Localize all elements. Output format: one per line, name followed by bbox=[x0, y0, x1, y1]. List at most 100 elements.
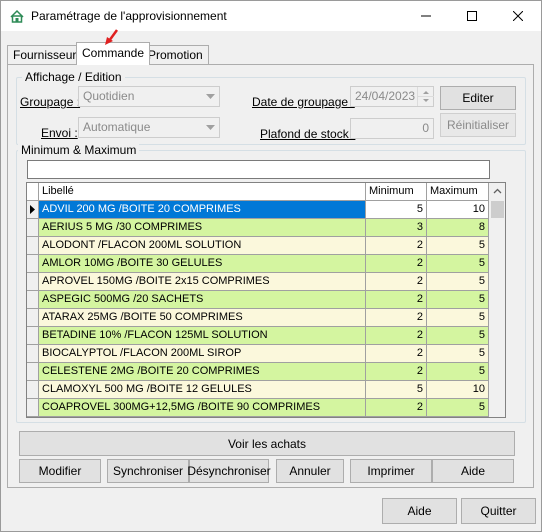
scrollbar-thumb[interactable] bbox=[491, 201, 504, 218]
cell-libelle[interactable]: ADVIL 200 MG /BOITE 20 COMPRIMES bbox=[39, 201, 366, 219]
annuler-button[interactable]: Annuler bbox=[276, 459, 344, 483]
table-row[interactable]: AERIUS 5 MG /30 COMPRIMES 3 8 bbox=[27, 219, 489, 237]
envoi-label: Envoi : bbox=[41, 126, 78, 140]
cell-minimum[interactable]: 5 bbox=[366, 201, 427, 219]
editer-button[interactable]: Editer bbox=[440, 86, 516, 110]
table-row[interactable]: BIOCALYPTOL /FLACON 200ML SIROP 2 5 bbox=[27, 345, 489, 363]
chevron-down-icon bbox=[202, 87, 219, 106]
column-header-minimum[interactable]: Minimum bbox=[366, 183, 427, 201]
cell-minimum[interactable]: 2 bbox=[366, 327, 427, 345]
cell-minimum[interactable]: 2 bbox=[366, 309, 427, 327]
current-row-arrow-icon bbox=[30, 205, 35, 214]
minmax-legend: Minimum & Maximum bbox=[18, 143, 140, 157]
cell-minimum[interactable]: 2 bbox=[366, 291, 427, 309]
cell-libelle[interactable]: CELESTENE 2MG /BOITE 20 COMPRIMES bbox=[39, 363, 366, 381]
table-row[interactable]: ATARAX 25MG /BOITE 50 COMPRIMES 2 5 bbox=[27, 309, 489, 327]
desynchroniser-button[interactable]: Désynchroniser bbox=[187, 459, 271, 483]
cell-maximum[interactable]: 10 bbox=[427, 381, 489, 399]
table-row[interactable]: CLAMOXYL 500 MG /BOITE 12 GELULES 5 10 bbox=[27, 381, 489, 399]
envoi-value: Automatique bbox=[83, 120, 151, 134]
filter-input[interactable] bbox=[27, 160, 490, 179]
cell-maximum[interactable]: 5 bbox=[427, 309, 489, 327]
spin-arrows-icon bbox=[418, 91, 434, 102]
plafond-stock-field[interactable]: 0 bbox=[350, 118, 434, 139]
aide-button[interactable]: Aide bbox=[382, 498, 457, 524]
cell-maximum[interactable]: 8 bbox=[427, 219, 489, 237]
row-indicator bbox=[27, 345, 39, 363]
cell-minimum[interactable]: 2 bbox=[366, 237, 427, 255]
cell-minimum[interactable]: 3 bbox=[366, 219, 427, 237]
groupage-value: Quotidien bbox=[83, 89, 135, 103]
table-row[interactable]: COAPROVEL 300MG+12,5MG /BOITE 90 COMPRIM… bbox=[27, 399, 489, 417]
row-indicator bbox=[27, 381, 39, 399]
cell-maximum[interactable]: 5 bbox=[427, 255, 489, 273]
column-header-libelle[interactable]: Libellé bbox=[39, 183, 366, 201]
cell-libelle[interactable]: AERIUS 5 MG /30 COMPRIMES bbox=[39, 219, 366, 237]
cell-libelle[interactable]: CLAMOXYL 500 MG /BOITE 12 GELULES bbox=[39, 381, 366, 399]
cell-minimum[interactable]: 2 bbox=[366, 399, 427, 417]
cell-libelle[interactable]: ASPEGIC 500MG /20 SACHETS bbox=[39, 291, 366, 309]
table-row[interactable]: APROVEL 150MG /BOITE 2x15 COMPRIMES 2 5 bbox=[27, 273, 489, 291]
cell-maximum[interactable]: 5 bbox=[427, 237, 489, 255]
cell-maximum[interactable]: 5 bbox=[427, 327, 489, 345]
groupage-select[interactable]: Quotidien bbox=[78, 86, 220, 107]
cell-minimum[interactable]: 2 bbox=[366, 273, 427, 291]
cell-libelle[interactable]: ALODONT /FLACON 200ML SOLUTION bbox=[39, 237, 366, 255]
date-groupage-value: 24/04/2023 bbox=[355, 89, 416, 103]
cell-minimum[interactable]: 2 bbox=[366, 363, 427, 381]
row-indicator bbox=[27, 237, 39, 255]
grid-header-row: Libellé Minimum Maximum bbox=[27, 183, 489, 201]
cell-libelle[interactable]: COAPROVEL 300MG+12,5MG /BOITE 90 COMPRIM… bbox=[39, 399, 366, 417]
title-bar[interactable]: Paramétrage de l'approvisionnement bbox=[1, 1, 541, 31]
row-indicator bbox=[27, 255, 39, 273]
table-row[interactable]: ALODONT /FLACON 200ML SOLUTION 2 5 bbox=[27, 237, 489, 255]
cell-maximum[interactable]: 5 bbox=[427, 345, 489, 363]
minmax-grid[interactable]: Libellé Minimum Maximum ADVIL 200 MG /BO… bbox=[26, 182, 506, 418]
plafond-stock-label: Plafond de stock : bbox=[260, 127, 356, 141]
plafond-stock-value: 0 bbox=[422, 121, 429, 135]
tab-fournisseur[interactable]: Fournisseur bbox=[7, 45, 83, 64]
cell-minimum[interactable]: 5 bbox=[366, 381, 427, 399]
cell-minimum[interactable]: 2 bbox=[366, 255, 427, 273]
date-groupage-field[interactable]: 24/04/2023 bbox=[350, 86, 434, 107]
maximize-icon bbox=[467, 11, 477, 21]
column-header-maximum[interactable]: Maximum bbox=[427, 183, 489, 201]
table-row[interactable]: ADVIL 200 MG /BOITE 20 COMPRIMES 5 10 bbox=[27, 201, 489, 219]
grid-vertical-scrollbar[interactable] bbox=[489, 183, 506, 417]
cell-minimum[interactable]: 2 bbox=[366, 345, 427, 363]
table-row[interactable]: BETADINE 10% /FLACON 125ML SOLUTION 2 5 bbox=[27, 327, 489, 345]
date-spin-control[interactable] bbox=[417, 87, 434, 106]
row-indicator bbox=[27, 399, 39, 417]
reinitialiser-button[interactable]: Réinitialiser bbox=[440, 113, 516, 137]
close-button[interactable] bbox=[495, 1, 541, 31]
cell-maximum[interactable]: 5 bbox=[427, 273, 489, 291]
minimize-button[interactable] bbox=[403, 1, 449, 31]
tab-promotion[interactable]: Promotion bbox=[142, 45, 209, 64]
aide-inner-button[interactable]: Aide bbox=[432, 459, 514, 483]
modifier-button[interactable]: Modifier bbox=[19, 459, 101, 483]
table-row[interactable]: AMLOR 10MG /BOITE 30 GELULES 2 5 bbox=[27, 255, 489, 273]
cell-maximum[interactable]: 5 bbox=[427, 291, 489, 309]
dialog-window: Paramétrage de l'approvisionnement Fourn… bbox=[0, 0, 542, 532]
envoi-select[interactable]: Automatique bbox=[78, 117, 220, 138]
scroll-up-icon[interactable] bbox=[489, 183, 506, 200]
cell-maximum[interactable]: 10 bbox=[427, 201, 489, 219]
cell-maximum[interactable]: 5 bbox=[427, 363, 489, 381]
cell-libelle[interactable]: APROVEL 150MG /BOITE 2x15 COMPRIMES bbox=[39, 273, 366, 291]
table-row[interactable]: CELESTENE 2MG /BOITE 20 COMPRIMES 2 5 bbox=[27, 363, 489, 381]
window-title: Paramétrage de l'approvisionnement bbox=[31, 9, 227, 23]
imprimer-button[interactable]: Imprimer bbox=[350, 459, 432, 483]
voir-achats-button[interactable]: Voir les achats bbox=[19, 431, 515, 456]
cell-libelle[interactable]: BETADINE 10% /FLACON 125ML SOLUTION bbox=[39, 327, 366, 345]
synchroniser-button[interactable]: Synchroniser bbox=[107, 459, 189, 483]
quitter-button[interactable]: Quitter bbox=[461, 498, 536, 524]
row-indicator bbox=[27, 201, 39, 219]
red-arrow-icon bbox=[105, 29, 119, 45]
table-row[interactable]: ASPEGIC 500MG /20 SACHETS 2 5 bbox=[27, 291, 489, 309]
cell-libelle[interactable]: ATARAX 25MG /BOITE 50 COMPRIMES bbox=[39, 309, 366, 327]
cell-maximum[interactable]: 5 bbox=[427, 399, 489, 417]
maximize-button[interactable] bbox=[449, 1, 495, 31]
cell-libelle[interactable]: BIOCALYPTOL /FLACON 200ML SIROP bbox=[39, 345, 366, 363]
close-icon bbox=[513, 11, 523, 21]
cell-libelle[interactable]: AMLOR 10MG /BOITE 30 GELULES bbox=[39, 255, 366, 273]
